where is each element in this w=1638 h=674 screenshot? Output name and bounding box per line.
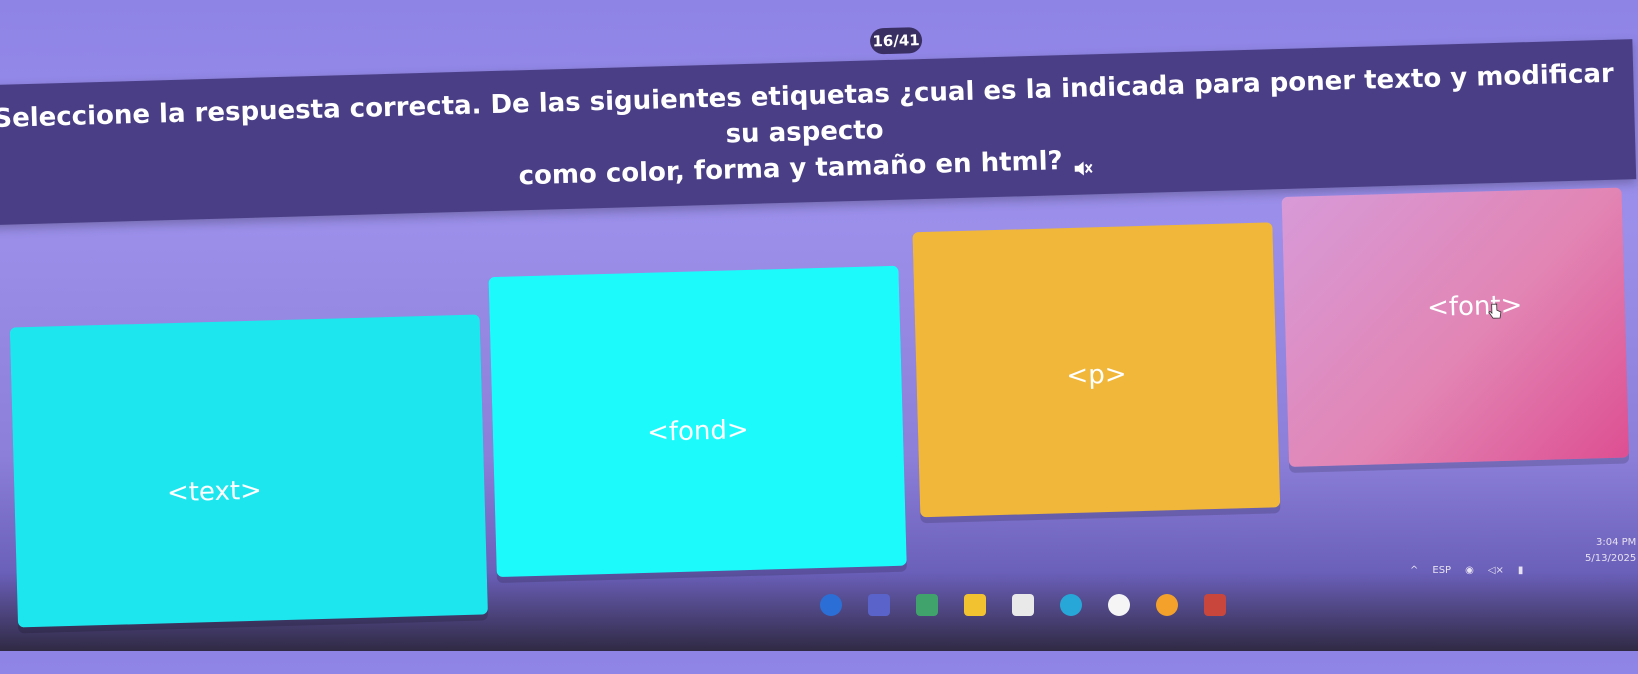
taskbar [820, 585, 1226, 625]
circle-icon[interactable] [1108, 594, 1130, 616]
volume-icon[interactable]: ◁× [1488, 565, 1504, 576]
answer-options: <text> <fond> <p> <font> [0, 0, 1638, 674]
browser-icon[interactable] [820, 594, 842, 616]
office-icon[interactable] [1204, 594, 1226, 616]
battery-icon[interactable]: ▮ [1518, 565, 1524, 576]
answer-option-3-label: <p> [1066, 358, 1127, 391]
clock[interactable]: 3:04 PM 5/13/2025 [1585, 535, 1636, 567]
answer-option-3[interactable]: <p> [912, 222, 1281, 518]
wifi-icon[interactable]: ◉ [1465, 565, 1474, 576]
system-tray: 3:04 PM 5/13/2025 ^ ESP ◉ ◁× ▮ [1400, 535, 1638, 595]
chevron-up-icon[interactable]: ^ [1410, 565, 1418, 576]
calendar-icon[interactable] [1012, 594, 1034, 616]
chrome-icon[interactable] [1060, 594, 1082, 616]
answer-option-4[interactable]: <font> [1281, 187, 1629, 467]
language-indicator[interactable]: ESP [1432, 565, 1451, 576]
answer-option-2-label: <fond> [646, 415, 750, 448]
quiz-screen: 16/41 Seleccione la respuesta correcta. … [0, 0, 1638, 674]
answer-option-1[interactable]: <text> [9, 314, 488, 628]
app-icon[interactable] [916, 594, 938, 616]
clock-time: 3:04 PM [1595, 537, 1637, 548]
answer-option-4-label: <font> [1426, 290, 1523, 324]
teams-icon[interactable] [868, 594, 890, 616]
files-icon[interactable] [964, 594, 986, 616]
hand-cursor-icon [1488, 303, 1502, 321]
tray-icons: ^ ESP ◉ ◁× ▮ [1410, 565, 1523, 576]
answer-option-1-label: <text> [166, 475, 263, 509]
opera-icon[interactable] [1156, 594, 1178, 616]
answer-option-2[interactable]: <fond> [488, 265, 907, 578]
clock-date: 5/13/2025 [1585, 553, 1637, 564]
